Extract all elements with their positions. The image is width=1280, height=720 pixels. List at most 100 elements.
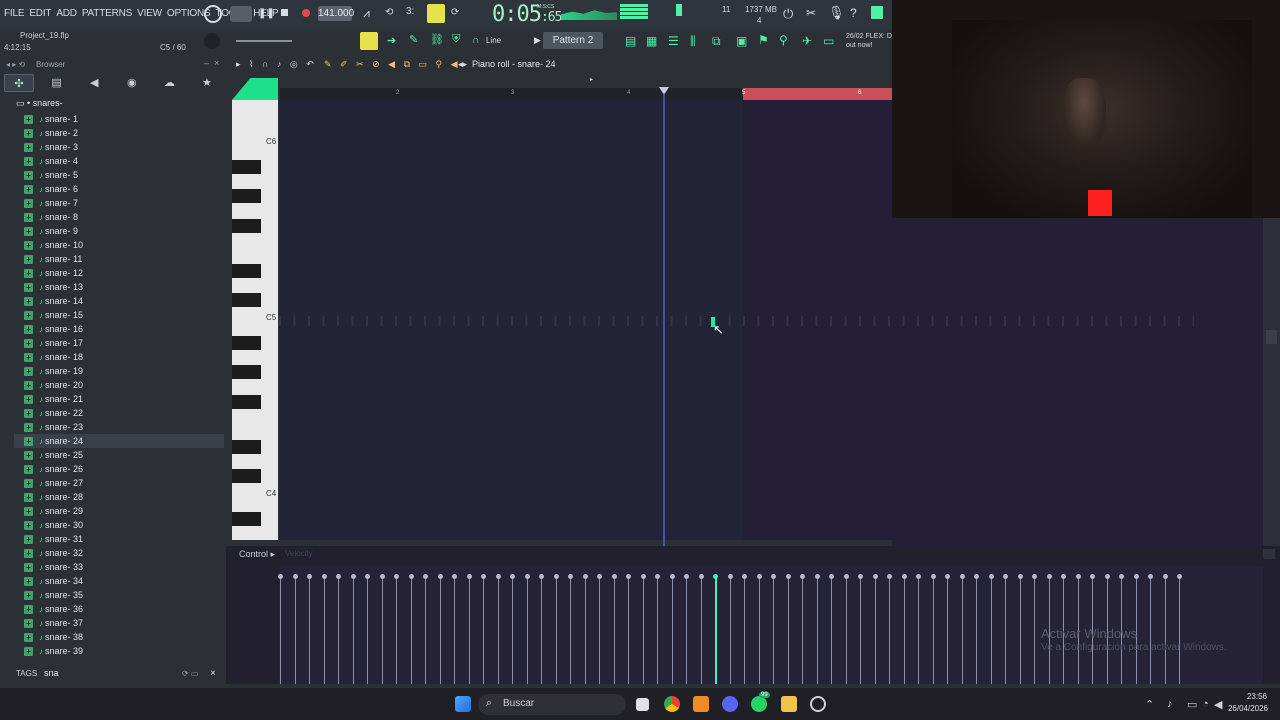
tab-files-icon[interactable]: ▤ bbox=[42, 74, 72, 92]
task-view-icon[interactable] bbox=[636, 698, 649, 711]
expand-icon[interactable]: + bbox=[24, 576, 33, 586]
pause-icon[interactable]: ❚❚ bbox=[258, 8, 275, 19]
browser-file-item[interactable]: + ♪ snare- 31 bbox=[24, 532, 224, 546]
browser-file-item[interactable]: + ♪ snare- 16 bbox=[24, 322, 224, 336]
browser-file-item[interactable]: + ♪ snare- 29 bbox=[24, 504, 224, 518]
browser-file-item[interactable]: + ♪ snare- 4 bbox=[24, 154, 224, 168]
fx-icon[interactable]: ✂ bbox=[806, 6, 816, 20]
browser-file-item[interactable]: + ♪ snare- 2 bbox=[24, 126, 224, 140]
discord-icon[interactable] bbox=[722, 696, 738, 712]
browser-file-item[interactable]: + ♪ snare- 34 bbox=[24, 574, 224, 588]
velocity-bar[interactable] bbox=[742, 574, 747, 684]
browser-file-item[interactable]: + ♪ snare- 27 bbox=[24, 476, 224, 490]
typing-keyboard-icon[interactable] bbox=[360, 32, 378, 50]
browser-file-item[interactable]: + ♪ snare- 35 bbox=[24, 588, 224, 602]
velocity-bar[interactable] bbox=[640, 574, 646, 684]
event-editor-resize-handle[interactable] bbox=[1263, 549, 1275, 559]
velocity-bar[interactable] bbox=[278, 574, 283, 684]
expand-icon[interactable]: + bbox=[24, 632, 33, 642]
browser-file-item[interactable]: + ♪ snare- 24 bbox=[14, 434, 224, 448]
vertical-scrollbar[interactable] bbox=[1263, 218, 1280, 546]
tempo-display[interactable]: 141.000 bbox=[318, 6, 354, 21]
expand-icon[interactable]: + bbox=[24, 534, 33, 544]
velocity-bar[interactable] bbox=[350, 574, 356, 684]
song-pattern-toggle[interactable] bbox=[230, 6, 252, 22]
expand-icon[interactable]: + bbox=[24, 646, 33, 656]
expand-icon[interactable]: + bbox=[24, 492, 33, 502]
expand-icon[interactable]: + bbox=[24, 436, 33, 446]
edison-icon[interactable]: ⚲ bbox=[779, 33, 788, 47]
black-key[interactable] bbox=[232, 395, 261, 409]
menu-patterns[interactable]: PATTERNS bbox=[82, 8, 132, 19]
velocity-bar[interactable] bbox=[510, 574, 515, 684]
tray-chevron-icon[interactable]: ⌃ bbox=[1145, 698, 1154, 711]
black-key[interactable] bbox=[232, 336, 261, 350]
expand-icon[interactable]: + bbox=[24, 156, 33, 166]
browser-icon[interactable]: ⧉ bbox=[712, 34, 721, 49]
velocity-bar[interactable] bbox=[930, 574, 936, 684]
expand-icon[interactable]: + bbox=[24, 478, 33, 488]
link-icon[interactable]: ⛓ bbox=[430, 33, 444, 46]
velocity-bar[interactable] bbox=[466, 574, 472, 684]
browser-file-item[interactable]: + ♪ snare- 3 bbox=[24, 140, 224, 154]
black-key[interactable] bbox=[232, 469, 261, 483]
velocity-bar[interactable] bbox=[945, 574, 950, 684]
tray-network-icon[interactable]: ▭ bbox=[1187, 698, 1197, 711]
velocity-bar[interactable] bbox=[1032, 574, 1037, 684]
pattern-selector[interactable]: Pattern 2 bbox=[543, 32, 603, 49]
browser-file-item[interactable]: + ♪ snare- 9 bbox=[24, 224, 224, 238]
mixer-icon[interactable]: ⫼ bbox=[690, 34, 696, 49]
piano-roll-edit-tools[interactable]: ✎ ✐ ✂ ⊘ ◀ ⧉ ▭ ⚲ ◀ bbox=[324, 59, 461, 70]
expand-icon[interactable]: + bbox=[24, 128, 33, 138]
browser-file-item[interactable]: + ♪ snare- 37 bbox=[24, 616, 224, 630]
taskbar-search-box[interactable] bbox=[478, 694, 626, 715]
expand-icon[interactable]: + bbox=[24, 170, 33, 180]
browser-file-item[interactable]: + ♪ snare- 38 bbox=[24, 630, 224, 644]
velocity-bar[interactable] bbox=[568, 574, 573, 684]
pitch-knob[interactable] bbox=[204, 33, 220, 49]
tags-refresh-icon[interactable]: ⟳ ▭ bbox=[182, 669, 198, 678]
touch-controller-icon[interactable]: ✈ bbox=[802, 34, 812, 48]
tray-mic-icon[interactable]: ♪ bbox=[1167, 698, 1173, 710]
velocity-bar[interactable] bbox=[713, 574, 718, 684]
browser-file-item[interactable]: + ♪ snare- 12 bbox=[24, 266, 224, 280]
browser-file-item[interactable]: + ♪ snare- 19 bbox=[24, 364, 224, 378]
expand-icon[interactable]: + bbox=[24, 408, 33, 418]
tags-search-input[interactable]: sna bbox=[44, 668, 59, 678]
help-icon[interactable]: ? bbox=[850, 6, 857, 20]
velocity-bar[interactable] bbox=[1017, 574, 1023, 684]
expand-icon[interactable]: + bbox=[24, 506, 33, 516]
velocity-bar[interactable] bbox=[843, 574, 849, 684]
velocity-bar[interactable] bbox=[292, 574, 298, 684]
browser-minimize-icon[interactable]: – bbox=[204, 58, 209, 68]
menu-add[interactable]: ADD bbox=[56, 8, 77, 19]
note-grid-extension[interactable] bbox=[892, 218, 1280, 546]
arrow-right-icon[interactable]: ➔ bbox=[387, 34, 396, 47]
velocity-bar[interactable] bbox=[539, 574, 544, 684]
snap-mode[interactable]: Line bbox=[486, 36, 501, 45]
velocity-bar[interactable] bbox=[524, 574, 530, 684]
velocity-bar[interactable] bbox=[669, 574, 675, 684]
expand-icon[interactable]: + bbox=[24, 380, 33, 390]
browser-file-item[interactable]: + ♪ snare- 18 bbox=[24, 350, 224, 364]
velocity-bar[interactable] bbox=[437, 574, 443, 684]
black-key[interactable] bbox=[232, 512, 261, 526]
whatsapp-icon[interactable] bbox=[751, 696, 767, 712]
expand-icon[interactable]: + bbox=[24, 394, 33, 404]
expand-icon[interactable]: + bbox=[24, 114, 33, 124]
velocity-bar[interactable] bbox=[1162, 574, 1168, 684]
velocity-bar[interactable] bbox=[727, 574, 733, 684]
velocity-bar[interactable] bbox=[495, 574, 501, 684]
browser-file-item[interactable]: + ♪ snare- 28 bbox=[24, 490, 224, 504]
velocity-bar[interactable] bbox=[655, 574, 660, 684]
velocity-bar[interactable] bbox=[756, 574, 762, 684]
expand-icon[interactable]: + bbox=[24, 618, 33, 628]
velocity-bar[interactable] bbox=[481, 574, 486, 684]
expand-icon[interactable]: + bbox=[24, 296, 33, 306]
black-key[interactable] bbox=[232, 264, 261, 278]
save-icon[interactable] bbox=[871, 6, 883, 19]
expand-icon[interactable]: + bbox=[24, 324, 33, 334]
refresh-icon[interactable]: ⏻ bbox=[783, 6, 793, 22]
velocity-bar[interactable] bbox=[771, 574, 776, 684]
browser-file-item[interactable]: + ♪ snare- 23 bbox=[24, 420, 224, 434]
